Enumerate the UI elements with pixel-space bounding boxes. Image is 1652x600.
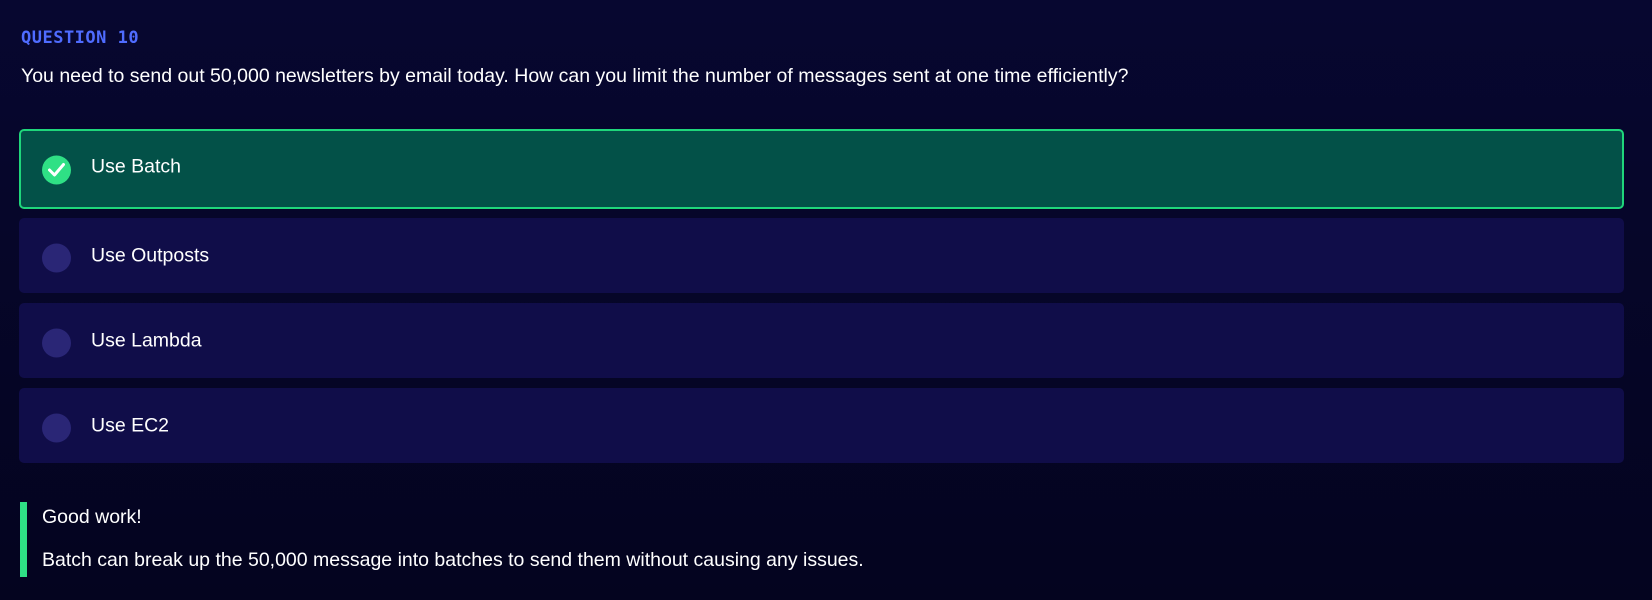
radio-empty-icon xyxy=(42,328,71,357)
option-label: Use Lambda xyxy=(91,329,202,351)
feedback-explanation: Batch can break up the 50,000 message in… xyxy=(42,549,864,571)
option-use-outposts[interactable]: Use Outposts xyxy=(19,218,1624,293)
option-label: Use Batch xyxy=(91,155,181,178)
answer-options: Use Batch Use Outposts Use Lambda Use EC… xyxy=(19,129,1624,473)
check-icon xyxy=(42,155,71,185)
question-text: You need to send out 50,000 newsletters … xyxy=(21,65,1129,87)
option-label: Use EC2 xyxy=(91,414,170,436)
quiz-page: QUESTION 10 You need to send out 50,000 … xyxy=(0,0,1652,600)
feedback-panel: Good work! Batch can break up the 50,000… xyxy=(20,502,1627,577)
feedback-title: Good work! xyxy=(42,506,142,528)
radio-empty-icon xyxy=(42,413,71,442)
radio-empty-icon xyxy=(42,243,71,272)
option-use-ec2[interactable]: Use EC2 xyxy=(19,388,1624,463)
option-use-lambda[interactable]: Use Lambda xyxy=(19,303,1624,378)
option-use-batch[interactable]: Use Batch xyxy=(19,129,1624,209)
question-number: QUESTION 10 xyxy=(21,28,140,48)
option-label: Use Outposts xyxy=(91,244,210,266)
